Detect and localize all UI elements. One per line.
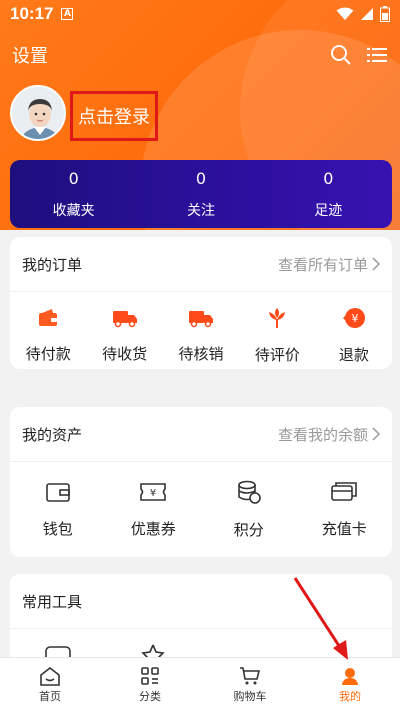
bottom-nav: 首页 分类 购物车 我的 <box>0 657 400 711</box>
asset-recharge-card[interactable]: 充值卡 <box>297 480 393 539</box>
category-icon <box>141 666 159 685</box>
tools-header: 常用工具 <box>10 574 392 629</box>
order-item-label: 退款 <box>338 345 369 364</box>
svg-text:¥: ¥ <box>150 488 156 499</box>
truck-icon <box>112 310 137 327</box>
order-pending-review[interactable]: 待评价 <box>239 306 315 365</box>
nav-category[interactable]: 分类 <box>100 658 200 711</box>
wallet-icon <box>39 308 58 326</box>
stat-following[interactable]: 0 关注 <box>137 160 264 228</box>
asset-items: 钱包 ¥ 优惠券 积分 充值卡 <box>10 462 392 557</box>
view-all-orders-link[interactable]: 查看所有订单 <box>278 254 380 275</box>
order-item-label: 待收货 <box>102 344 148 363</box>
refund-icon: ¥ <box>342 307 365 328</box>
avatar[interactable] <box>10 85 66 141</box>
coupon-icon: ¥ <box>140 483 167 501</box>
login-button[interactable]: 点击登录 <box>70 91 158 141</box>
asset-item-label: 钱包 <box>42 520 73 538</box>
card-icon <box>331 482 358 501</box>
order-refund[interactable]: ¥ 退款 <box>316 306 392 365</box>
assets-title: 我的资产 <box>22 425 83 444</box>
status-bar: 10:17 A <box>0 0 400 28</box>
tools-card: 常用工具 <box>10 574 392 664</box>
asset-coupon[interactable]: ¥ 优惠券 <box>106 480 202 539</box>
wifi-icon <box>336 7 354 20</box>
order-item-label: 待付款 <box>25 344 71 363</box>
battery-icon <box>380 6 390 22</box>
nav-label: 分类 <box>139 689 161 703</box>
stat-label: 收藏夹 <box>52 202 95 219</box>
stats-card: 0 收藏夹 0 关注 0 足迹 <box>10 160 392 228</box>
asset-item-label: 积分 <box>233 521 264 539</box>
page-title: 设置 <box>12 46 48 67</box>
order-pending-receipt[interactable]: 待收货 <box>86 307 162 364</box>
notification-a-icon: A <box>61 8 74 20</box>
chevron-right-icon <box>372 257 380 271</box>
nav-label: 我的 <box>339 689 361 703</box>
menu-list-icon[interactable] <box>366 45 388 65</box>
truck-icon <box>189 310 214 327</box>
order-pending-verify[interactable]: 待核销 <box>163 307 239 364</box>
assets-header: 我的资产 查看我的余额 <box>10 407 392 462</box>
view-balance-label: 查看我的余额 <box>277 425 368 444</box>
header-actions <box>330 44 388 66</box>
status-time: 10:17 <box>10 4 54 23</box>
cart-icon <box>240 666 261 684</box>
orders-title: 我的订单 <box>22 255 83 274</box>
orders-card: 我的订单 查看所有订单 待付款 待收货 待核销 待评价 ¥ 退款 <box>10 237 392 369</box>
asset-item-label: 充值卡 <box>321 520 367 538</box>
order-item-label: 待核销 <box>178 344 224 363</box>
asset-wallet[interactable]: 钱包 <box>10 480 106 539</box>
tools-title: 常用工具 <box>22 592 83 611</box>
stat-value: 0 <box>195 168 207 188</box>
nav-label: 购物车 <box>233 689 267 703</box>
stat-label: 足迹 <box>314 202 343 219</box>
stat-value: 0 <box>68 168 79 188</box>
wallet-outline-icon <box>45 483 70 502</box>
nav-label: 首页 <box>39 689 61 703</box>
chevron-right-icon <box>372 427 380 441</box>
asset-item-label: 优惠券 <box>130 520 176 538</box>
flower-icon <box>269 307 286 328</box>
nav-cart[interactable]: 购物车 <box>200 658 300 711</box>
assets-card: 我的资产 查看我的余额 钱包 ¥ 优惠券 积分 充值卡 <box>10 407 392 557</box>
home-icon <box>40 666 60 686</box>
stat-favorites[interactable]: 0 收藏夹 <box>10 160 137 228</box>
status-icons <box>336 6 390 22</box>
svg-text:¥: ¥ <box>351 312 358 325</box>
title-bar: 设置 <box>12 42 388 68</box>
stat-label: 关注 <box>186 202 215 219</box>
view-all-orders-label: 查看所有订单 <box>277 255 368 274</box>
view-balance-link[interactable]: 查看我的余额 <box>278 424 380 445</box>
user-icon <box>342 667 358 685</box>
login-text: 点击登录 <box>78 107 150 128</box>
asset-points[interactable]: 积分 <box>201 479 297 540</box>
signal-icon <box>361 8 373 20</box>
order-item-label: 待评价 <box>254 345 300 364</box>
coins-icon <box>237 480 261 504</box>
nav-mine[interactable]: 我的 <box>300 658 400 711</box>
orders-header: 我的订单 查看所有订单 <box>10 237 392 292</box>
order-pending-payment[interactable]: 待付款 <box>10 307 86 364</box>
stat-value: 0 <box>323 168 334 188</box>
order-items: 待付款 待收货 待核销 待评价 ¥ 退款 <box>10 292 392 378</box>
search-icon[interactable] <box>330 44 352 66</box>
nav-home[interactable]: 首页 <box>0 658 100 711</box>
stat-history[interactable]: 0 足迹 <box>265 160 392 228</box>
